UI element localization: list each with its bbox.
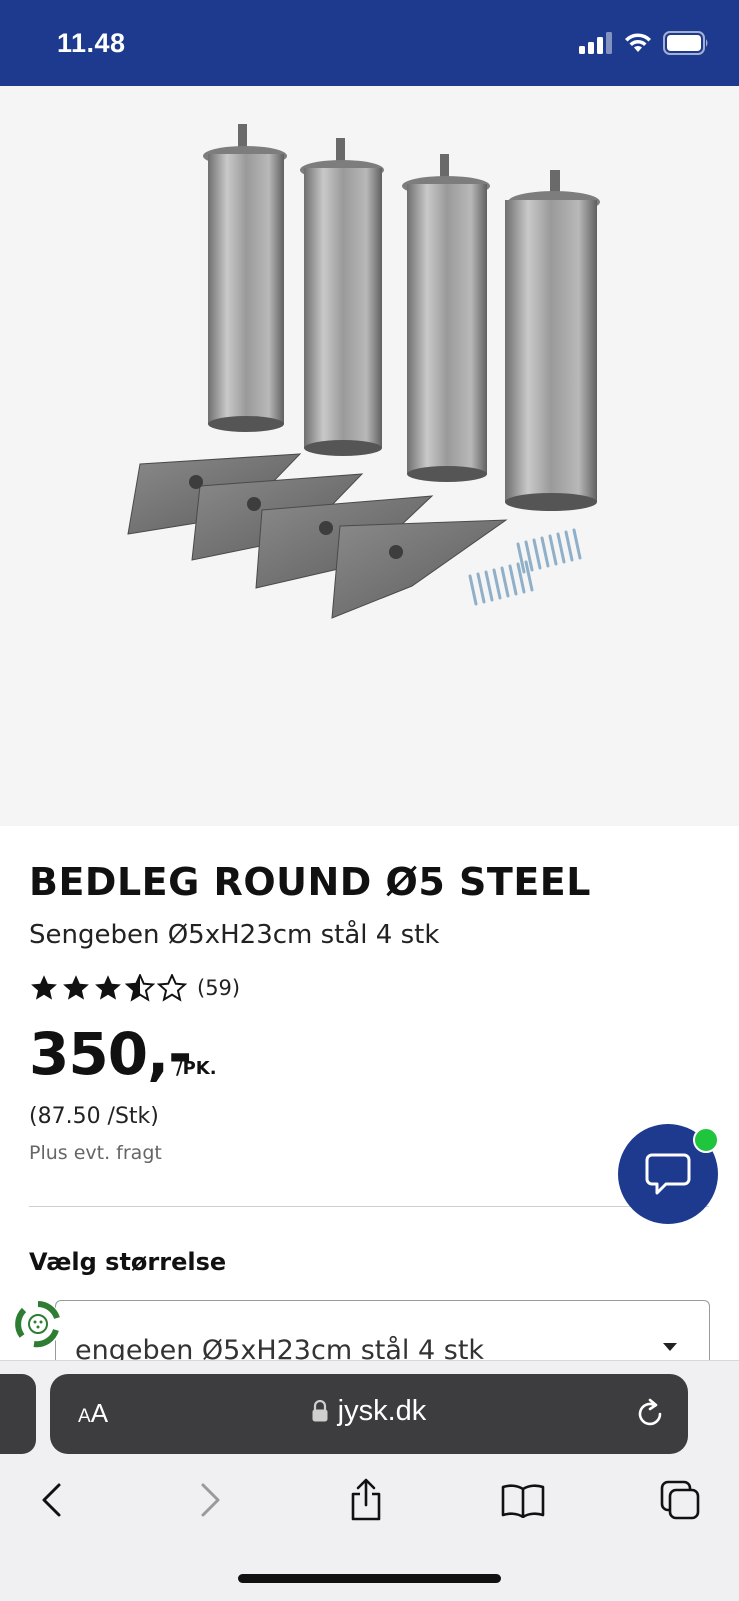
leg-4 [505, 170, 600, 511]
star-half-icon [125, 974, 155, 1002]
chevron-left-icon [42, 1483, 61, 1517]
status-icons [579, 30, 709, 56]
bed-legs-illustration [127, 124, 600, 619]
battery-icon [663, 31, 708, 55]
star-full-icon [31, 975, 57, 1000]
freight-note: Plus evt. fragt [29, 1142, 162, 1164]
product-image[interactable] [0, 86, 739, 826]
star-empty-icon [157, 974, 187, 1002]
url-display[interactable]: jysk.dk [50, 1395, 688, 1428]
product-title: BEDLEG ROUND Ø5 STEEL [29, 860, 591, 904]
share-icon [351, 1478, 381, 1521]
recycle-badge-icon[interactable] [12, 1298, 64, 1350]
leg-2 [300, 138, 384, 456]
product-subtitle: Sengeben Ø5xH23cm stål 4 stk [29, 920, 440, 950]
unit-price: (87.50 /Stk) [29, 1104, 159, 1129]
leg-1 [203, 124, 287, 432]
screws [468, 528, 582, 606]
chat-bubble-icon [645, 1153, 691, 1195]
bookmarks-button[interactable] [493, 1470, 553, 1530]
caret-down-icon [663, 1343, 677, 1351]
leg-3 [402, 154, 490, 482]
tabs-icon [660, 1480, 700, 1520]
online-status-dot [693, 1127, 719, 1153]
address-bar[interactable]: AA jysk.dk [50, 1374, 688, 1454]
price-unit: /PK. [176, 1058, 217, 1079]
home-indicator [238, 1574, 501, 1583]
star-full-icon [63, 975, 89, 1000]
chevron-right-icon [201, 1483, 220, 1517]
product-rating[interactable]: (59) [29, 974, 240, 1002]
divider [29, 1206, 709, 1207]
star-full-icon [95, 975, 121, 1000]
share-button[interactable] [336, 1470, 396, 1530]
size-selector-label: Vælg størrelse [29, 1248, 227, 1276]
lock-icon [312, 1400, 328, 1422]
book-icon [501, 1484, 545, 1518]
forward-button[interactable] [180, 1470, 240, 1530]
tabs-button[interactable] [650, 1470, 710, 1530]
status-time: 11.48 [57, 28, 126, 58]
reload-icon[interactable] [636, 1398, 666, 1430]
previous-tab-preview[interactable] [0, 1374, 36, 1454]
signal-icon [579, 32, 612, 54]
url-text: jysk.dk [337, 1395, 427, 1427]
back-button[interactable] [22, 1470, 82, 1530]
wifi-icon [625, 33, 651, 52]
product-price: 350,- [29, 1020, 192, 1088]
status-bar: 11.48 [0, 0, 739, 86]
browser-bottom-toolbar [0, 1470, 739, 1530]
rating-count: (59) [197, 976, 241, 1000]
